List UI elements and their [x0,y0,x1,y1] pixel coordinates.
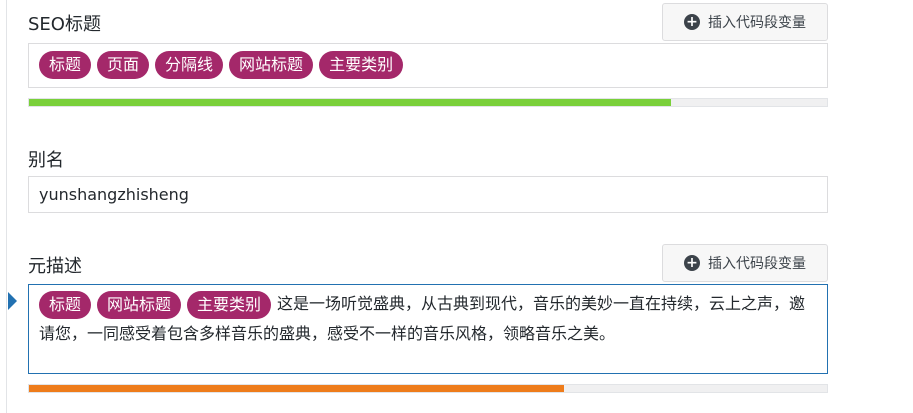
seo-title-insert-variable-button[interactable]: + 插入代码段变量 [662,3,828,41]
tag-pill[interactable]: 网站标题 [229,51,314,79]
tag-pill[interactable]: 分隔线 [155,51,224,79]
seo-title-progress-bar [28,98,828,107]
tag-pill[interactable]: 网站标题 [97,290,182,319]
tag-pill[interactable]: 标题 [39,51,92,79]
meta-description-progress-bar [28,384,828,393]
seo-title-section: SEO标题 + 插入代码段变量 标题 页面 分隔线 网站标题 主要类别 [28,0,828,110]
triangle-right-icon [8,292,17,310]
insert-button-label: 插入代码段变量 [708,15,806,31]
left-divider [6,0,7,413]
plus-circle-icon: + [684,14,700,30]
slug-section: 别名 yunshangzhisheng [28,140,828,215]
tag-pill[interactable]: 主要类别 [319,51,404,79]
meta-description-section: 元描述 + 插入代码段变量 标题 网站标题 主要类别 这是一场听觉盛典，从古典到现代，… [28,240,828,400]
insert-button-label: 插入代码段变量 [708,256,806,272]
slug-value: yunshangzhisheng [39,185,189,204]
seo-title-input[interactable]: 标题 页面 分隔线 网站标题 主要类别 [28,43,828,88]
tag-pill[interactable]: 标题 [39,290,92,319]
meta-description-input[interactable]: 标题 网站标题 主要类别 这是一场听觉盛典，从古典到现代，音乐的美妙一直在持续，云上之… [28,284,828,374]
meta-description-content: 标题 网站标题 主要类别 这是一场听觉盛典，从古典到现代，音乐的美妙一直在持续，云上之… [39,289,817,349]
tag-pill[interactable]: 主要类别 [187,290,272,319]
plus-circle-icon: + [684,255,700,271]
meta-description-label: 元描述 [28,256,82,277]
slug-label: 别名 [28,150,64,171]
seo-title-progress-fill [29,99,672,106]
seo-title-label: SEO标题 [28,14,101,35]
tag-pill[interactable]: 页面 [97,51,150,79]
meta-description-insert-variable-button[interactable]: + 插入代码段变量 [662,244,828,282]
meta-description-progress-fill [29,385,564,392]
slug-input[interactable]: yunshangzhisheng [28,176,828,213]
